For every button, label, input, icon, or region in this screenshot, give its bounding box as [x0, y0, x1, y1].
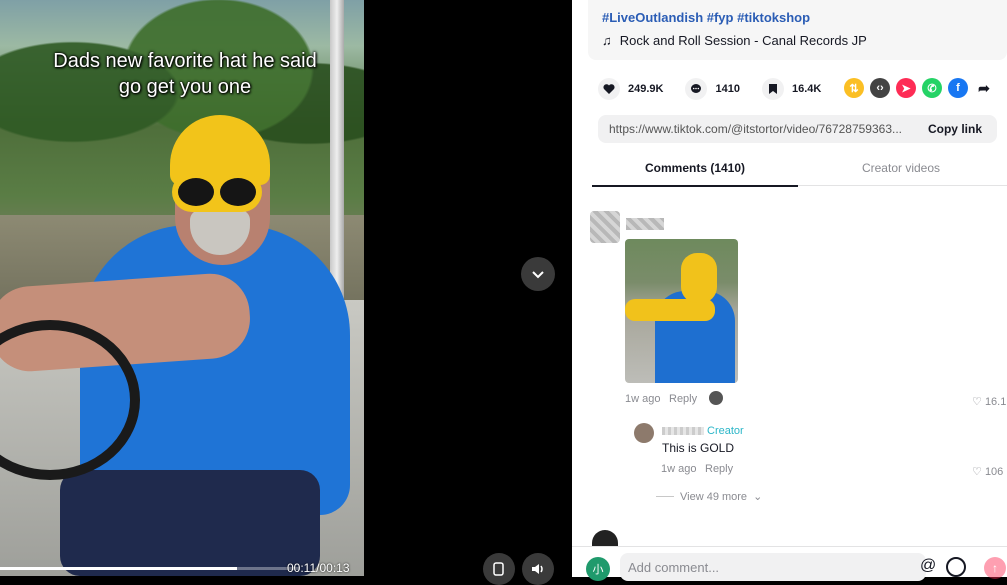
video-player[interactable]: Dads new favorite hat he said go get you… — [0, 0, 364, 576]
chevron-down-icon: ⌄ — [753, 491, 763, 503]
comment-button[interactable]: 1410 — [685, 78, 740, 100]
hashtags[interactable]: #LiveOutlandish #fyp #tiktokshop — [602, 10, 810, 25]
description-box: #LiveOutlandish #fyp #tiktokshop ♫ Rock … — [588, 0, 1007, 60]
video-progress-fill — [0, 567, 237, 570]
comment-like[interactable]: ♡ 16.1 — [972, 395, 1006, 408]
volume-button[interactable] — [522, 553, 554, 585]
tabs: Comments (1410) Creator videos — [592, 155, 1007, 187]
share-arrow-icon[interactable]: ➦ — [974, 78, 994, 98]
mention-icon[interactable]: @ — [920, 557, 936, 575]
save-count: 16.4K — [791, 83, 822, 95]
action-bar: 249.9K 1410 16.4K — [598, 78, 843, 100]
emoji-icon[interactable] — [946, 557, 966, 577]
comment-like-count: 16.1 — [984, 396, 1007, 408]
chevron-down-icon — [532, 271, 544, 279]
my-avatar[interactable]: 小 — [586, 557, 610, 581]
avatar[interactable] — [590, 211, 620, 243]
like-button[interactable]: 249.9K — [598, 78, 663, 100]
video-caption: Dads new favorite hat he said go get you… — [53, 50, 317, 98]
reply-like-count: 106 — [984, 466, 1004, 478]
whatsapp-icon[interactable]: ✆ — [922, 78, 942, 98]
volume-icon — [532, 564, 543, 574]
reply-like[interactable]: ♡ 106 — [972, 465, 1003, 478]
divider — [656, 496, 674, 497]
save-button[interactable]: 16.4K — [761, 78, 822, 100]
details-panel: #LiveOutlandish #fyp #tiktokshop ♫ Rock … — [572, 0, 1007, 581]
copy-link-button[interactable]: Copy link — [928, 122, 982, 136]
avatar[interactable] — [592, 530, 618, 546]
link-box: https://www.tiktok.com/@itstortor/video/… — [598, 115, 997, 143]
video-frame-shorts — [60, 470, 320, 576]
reply-username[interactable] — [662, 427, 704, 435]
comment-icon — [691, 84, 702, 93]
view-more-label: View 49 more — [680, 490, 748, 503]
arrow-up-icon: ↑ — [992, 561, 998, 575]
bookmark-icon — [768, 84, 777, 94]
next-video-button[interactable] — [521, 257, 555, 291]
music-title: Rock and Roll Session - Canal Records JP — [619, 33, 867, 48]
comment-time: 1w ago — [625, 393, 661, 405]
send-icon[interactable]: ➤ — [896, 78, 916, 98]
avatar[interactable] — [634, 423, 654, 443]
repost-icon[interactable]: ⇅ — [844, 78, 864, 98]
creator-liked-avatar — [709, 391, 723, 405]
comment-count: 1410 — [715, 83, 740, 95]
heart-icon — [603, 84, 615, 94]
comment-bar: 小 @ ↑ — [572, 546, 1007, 581]
reply-text: This is GOLD — [662, 441, 735, 455]
video-url: https://www.tiktok.com/@itstortor/video/… — [609, 122, 902, 136]
comment-input[interactable] — [620, 553, 926, 581]
share-icons: ⇅ ‹› ➤ ✆ f ➦ — [844, 78, 994, 98]
tab-creator-videos[interactable]: Creator videos — [798, 161, 1004, 175]
embed-icon[interactable]: ‹› — [870, 78, 890, 98]
comment-username[interactable] — [626, 218, 664, 230]
tab-active-indicator — [592, 185, 798, 187]
tab-comments[interactable]: Comments (1410) — [592, 161, 798, 175]
comment-image[interactable] — [625, 239, 738, 383]
miniplayer-button[interactable] — [483, 553, 515, 585]
video-time: 00:11/00:13 — [287, 561, 350, 575]
video-frame-goggles — [172, 172, 262, 212]
like-count: 249.9K — [628, 83, 664, 95]
heart-outline-icon: ♡ — [972, 396, 982, 408]
creator-badge: Creator — [707, 425, 744, 437]
miniplayer-icon — [493, 562, 504, 576]
heart-outline-icon: ♡ — [972, 466, 982, 478]
facebook-icon[interactable]: f — [948, 78, 968, 98]
view-more-replies[interactable]: View 49 more ⌄ — [656, 490, 762, 503]
reply-button[interactable]: Reply — [669, 393, 697, 405]
reply-button[interactable]: Reply — [705, 463, 733, 475]
music-link[interactable]: ♫ Rock and Roll Session - Canal Records … — [602, 33, 867, 48]
reply-time: 1w ago — [661, 463, 697, 475]
video-frame-rail — [330, 0, 344, 300]
music-note-icon: ♫ — [602, 33, 612, 48]
video-progress-bar[interactable] — [0, 567, 300, 570]
